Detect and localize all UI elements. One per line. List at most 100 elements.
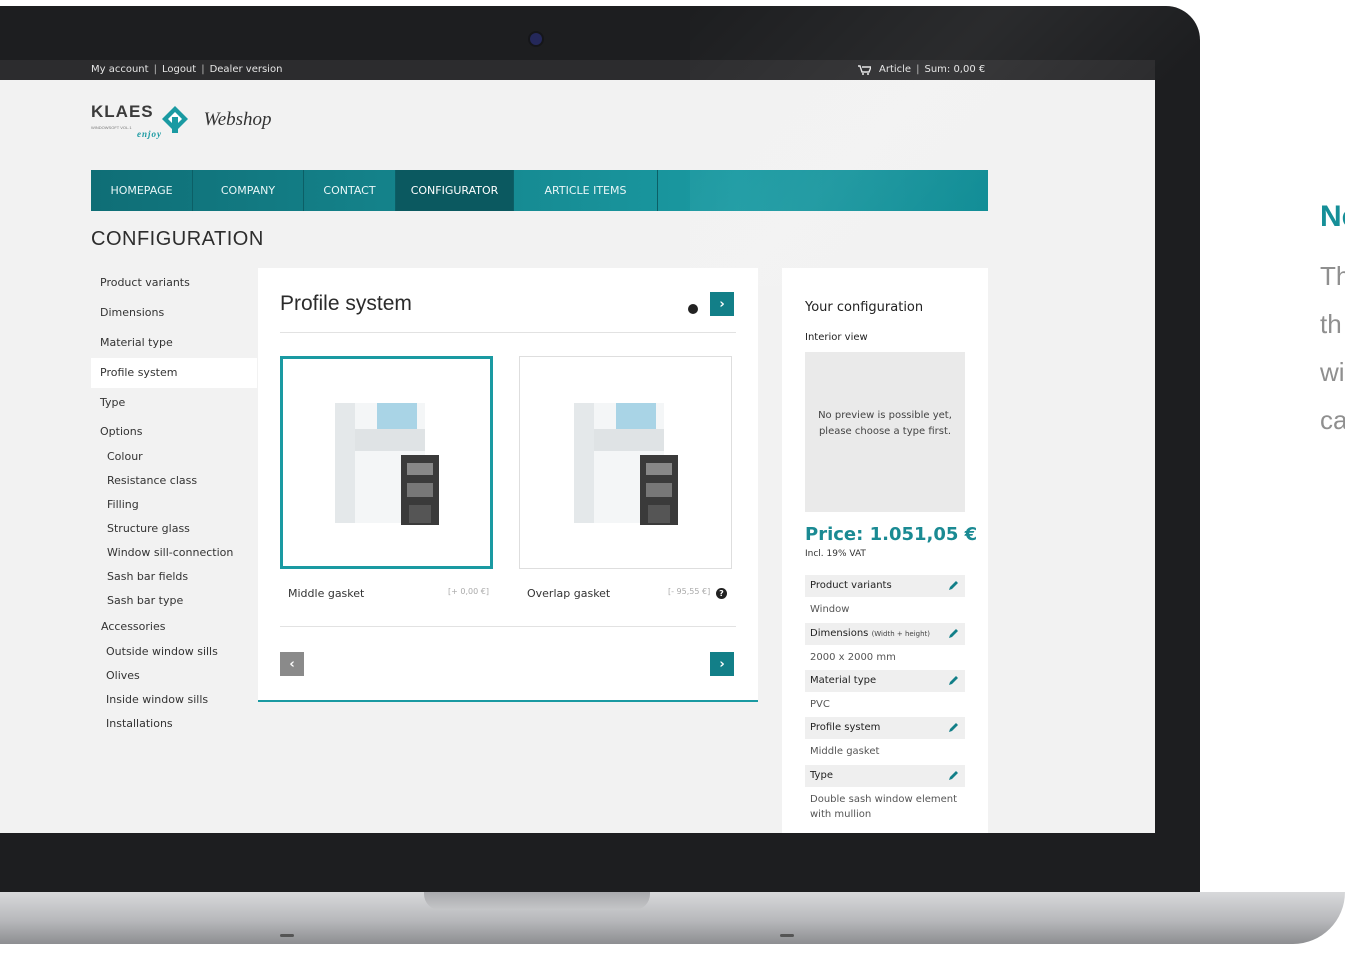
pencil-icon[interactable]: [948, 770, 959, 781]
step-inside-window-sills[interactable]: Inside window sills: [91, 688, 257, 712]
summary-item-value: Middle gasket: [810, 746, 880, 757]
info-icon[interactable]: [688, 304, 698, 314]
cart-icon: [858, 64, 871, 75]
summary-item-note: (Width + height): [871, 630, 930, 638]
page-title: CONFIGURATION: [91, 228, 264, 250]
pencil-icon[interactable]: [948, 580, 959, 591]
nav-article-items[interactable]: ARTICLE ITEMS: [514, 170, 658, 211]
nav-homepage[interactable]: HOMEPAGE: [91, 170, 193, 211]
summary-item-label: Product variants: [810, 580, 892, 591]
logo-tagline: enjoy: [137, 129, 162, 139]
summary-item-product-variants: Product variants Window: [805, 575, 965, 617]
step-resistance-class[interactable]: Resistance class: [91, 469, 257, 493]
summary-item-material-type: Material type PVC: [805, 670, 965, 712]
cart-summary[interactable]: Article | Sum: 0,00 €: [858, 64, 985, 75]
step-structure-glass[interactable]: Structure glass: [91, 517, 257, 541]
logo-text: KLAES: [91, 102, 154, 121]
option-price-overlap-gasket: [- 95,55 €]: [668, 587, 711, 596]
preview-placeholder-text: No preview is possible yet, please choos…: [818, 410, 952, 437]
side-line: Th: [1320, 261, 1345, 291]
laptop-screen: My account | Logout | Dealer version Article…: [0, 60, 1155, 833]
summary-item-header: Dimensions (Width + height): [805, 623, 965, 645]
step-material-type[interactable]: Material type: [91, 328, 257, 358]
option-card-middle-gasket[interactable]: [280, 356, 493, 569]
summary-item-value: Window: [810, 604, 850, 615]
separator: |: [916, 64, 920, 75]
profile-system-panel: Profile system › Middle gasket [+ 0,00 €…: [258, 268, 758, 702]
nav-company[interactable]: COMPANY: [193, 170, 304, 211]
summary-item-label: Material type: [810, 675, 877, 686]
step-window-sill-connection[interactable]: Window sill-connection: [91, 541, 257, 565]
summary-item-label: Dimensions: [810, 628, 869, 639]
my-account-link[interactable]: My account: [91, 64, 149, 75]
nav-configurator[interactable]: CONFIGURATOR: [396, 170, 514, 211]
step-olives[interactable]: Olives: [91, 664, 257, 688]
step-outside-window-sills[interactable]: Outside window sills: [91, 640, 257, 664]
camera-icon: [530, 33, 542, 45]
separator: |: [201, 64, 205, 75]
view-label: Interior view: [805, 332, 868, 343]
step-options[interactable]: Options: [91, 418, 257, 445]
step-type[interactable]: Type: [91, 388, 257, 418]
step-installations[interactable]: Installations: [91, 712, 257, 736]
laptop-foot: [780, 934, 794, 937]
step-sash-bar-fields[interactable]: Sash bar fields: [91, 565, 257, 589]
step-sash-bar-type[interactable]: Sash bar type: [91, 589, 257, 613]
summary-item-value: PVC: [810, 699, 830, 710]
summary-item-header: Type: [805, 765, 965, 787]
pencil-icon[interactable]: [948, 675, 959, 686]
separator: |: [153, 64, 157, 75]
summary-item-header: Profile system: [805, 717, 965, 739]
cart-sum: Sum: 0,00 €: [924, 64, 986, 75]
window-profile-image: [335, 403, 439, 525]
summary-item-profile-system: Profile system Middle gasket: [805, 717, 965, 759]
step-product-variants[interactable]: Product variants: [91, 268, 257, 298]
divider: [280, 626, 736, 627]
shop-name: Webshop: [203, 109, 272, 130]
summary-item-label: Type: [810, 770, 833, 781]
summary-item-label: Profile system: [810, 722, 881, 733]
summary-item-value: Double sash window element with mullion: [810, 794, 958, 820]
logout-link[interactable]: Logout: [162, 64, 196, 75]
top-bar: My account | Logout | Dealer version Article…: [0, 60, 1155, 80]
configuration-summary: Your configuration Interior view No prev…: [782, 268, 988, 833]
laptop-base: [0, 892, 1345, 944]
dealer-version-link[interactable]: Dealer version: [210, 64, 283, 75]
side-line: ca: [1320, 405, 1345, 435]
step-colour[interactable]: Colour: [91, 445, 257, 469]
cart-article-label: Article: [879, 64, 912, 75]
summary-item-value: 2000 x 2000 mm: [810, 652, 896, 663]
account-links: My account | Logout | Dealer version: [91, 64, 282, 75]
previous-step-button[interactable]: ‹: [280, 652, 304, 676]
house-logo-icon: [161, 106, 188, 133]
step-accessories[interactable]: Accessories: [91, 613, 257, 640]
side-line: th: [1320, 309, 1342, 339]
step-dimensions[interactable]: Dimensions: [91, 298, 257, 328]
chevron-left-icon: ‹: [289, 656, 295, 672]
pencil-icon[interactable]: [948, 628, 959, 639]
chevron-right-icon: ›: [719, 656, 725, 672]
laptop-foot: [280, 934, 294, 937]
pencil-icon[interactable]: [948, 722, 959, 733]
help-icon[interactable]: ?: [716, 588, 727, 599]
summary-item-header: Product variants: [805, 575, 965, 597]
chevron-right-icon: ›: [719, 296, 725, 312]
laptop-notch: [424, 892, 650, 910]
next-step-button[interactable]: ›: [710, 292, 734, 316]
next-step-button[interactable]: ›: [710, 652, 734, 676]
option-card-overlap-gasket[interactable]: [519, 356, 732, 569]
configuration-steps: Product variants Dimensions Material typ…: [91, 268, 257, 736]
step-filling[interactable]: Filling: [91, 493, 257, 517]
nav-contact[interactable]: CONTACT: [304, 170, 396, 211]
brand-header[interactable]: KLAES WINDOWSOFT VOL.1 enjoy Webshop: [91, 102, 272, 139]
summary-item-header: Material type: [805, 670, 965, 692]
main-nav: HOMEPAGE COMPANY CONTACT CONFIGURATOR AR…: [91, 170, 988, 211]
option-label-overlap-gasket: Overlap gasket: [527, 587, 611, 600]
option-price-middle-gasket: [+ 0,00 €]: [448, 587, 489, 596]
side-text-peek: Ne Th th wi ca: [1320, 200, 1345, 444]
klaes-logo: KLAES WINDOWSOFT VOL.1 enjoy: [91, 102, 161, 139]
summary-item-dimensions: Dimensions (Width + height) 2000 x 2000 …: [805, 623, 965, 665]
divider: [280, 332, 736, 333]
side-heading: Ne: [1320, 200, 1345, 233]
step-profile-system[interactable]: Profile system: [91, 358, 257, 388]
